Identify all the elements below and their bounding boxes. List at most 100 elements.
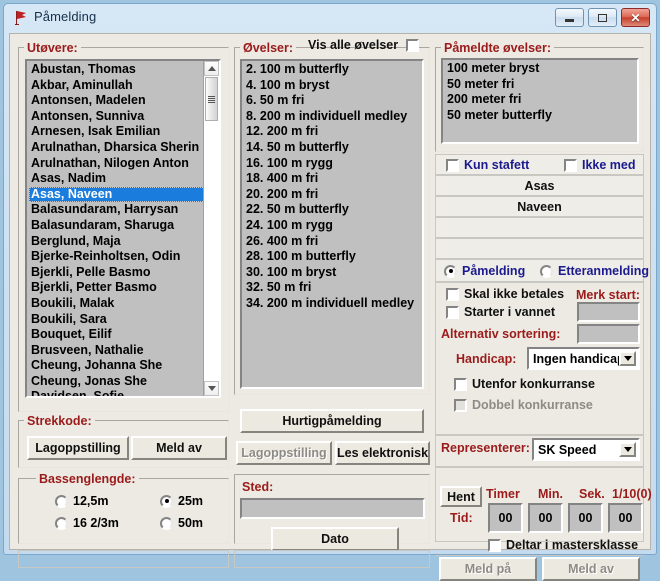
no-payment-checkbox[interactable]: Skal ikke betales	[446, 287, 564, 301]
events-listbox[interactable]: 2. 100 m butterfly 4. 100 m bryst 6. 50 …	[240, 59, 424, 389]
relay-only-label: Kun stafett	[464, 158, 530, 172]
mark-start-label: Merk start:	[576, 288, 640, 302]
list-item[interactable]: Brusveen, Nathalie	[29, 343, 219, 359]
chevron-down-icon[interactable]	[619, 442, 636, 457]
list-item[interactable]: Asas, Nadim	[29, 171, 219, 187]
pool-length-option-12-5m[interactable]: 12,5m	[55, 494, 108, 508]
list-item[interactable]: 100 meter bryst	[445, 61, 637, 77]
tenths-input[interactable]: 00	[608, 503, 643, 533]
list-item[interactable]: 28. 100 m butterfly	[244, 249, 422, 265]
list-item[interactable]: Berglund, Maja	[29, 234, 219, 250]
list-item[interactable]: Bouquet, Eilif	[29, 327, 219, 343]
list-item[interactable]: 16. 100 m rygg	[244, 156, 422, 172]
represents-value: SK Speed	[538, 442, 597, 457]
minimize-icon	[565, 18, 574, 22]
scroll-up-button[interactable]	[204, 61, 219, 76]
radio-icon	[160, 516, 173, 530]
checkbox-icon	[488, 538, 501, 552]
barcode-withdraw-button[interactable]: Meld av	[131, 436, 227, 460]
list-item[interactable]: 32. 50 m fri	[244, 280, 422, 296]
register-button[interactable]: Meld på	[439, 557, 537, 581]
list-item[interactable]: Abustan, Thomas	[29, 62, 219, 78]
list-item[interactable]: 12. 200 m fri	[244, 124, 422, 140]
list-item[interactable]: 2. 100 m butterfly	[244, 62, 422, 78]
list-item[interactable]: 26. 400 m fri	[244, 234, 422, 250]
fetch-time-button[interactable]: Hent	[440, 486, 482, 507]
list-item[interactable]: 50 meter butterfly	[445, 108, 637, 124]
checkbox-icon	[446, 287, 459, 301]
list-item[interactable]: Arulnathan, Nilogen Anton	[29, 156, 219, 172]
relay-only-checkbox[interactable]: Kun stafett	[446, 158, 529, 172]
list-item[interactable]: Antonsen, Madelen	[29, 93, 219, 109]
chevron-down-icon[interactable]	[619, 351, 636, 366]
withdraw-button[interactable]: Meld av	[542, 557, 640, 581]
list-item[interactable]: Antonsen, Sunniva	[29, 109, 219, 125]
maximize-button[interactable]	[588, 8, 617, 27]
water-start-checkbox[interactable]: Starter i vannet	[446, 305, 555, 319]
list-item[interactable]: 50 meter fri	[445, 77, 637, 93]
application-window: Påmelding ✕ Utøvere: Abustan, Thomas Akb…	[3, 3, 657, 581]
list-item[interactable]: 8. 200 m individuell medley	[244, 109, 422, 125]
list-item[interactable]: Boukili, Malak	[29, 296, 219, 312]
list-item[interactable]: 14. 50 m butterfly	[244, 140, 422, 156]
list-item[interactable]: 4. 100 m bryst	[244, 78, 422, 94]
show-all-events-checkbox[interactable]: Vis alle øvelser	[308, 38, 420, 52]
list-item[interactable]: 20. 200 m fri	[244, 187, 422, 203]
maximize-icon	[598, 13, 607, 22]
list-item-selected[interactable]: Asas, Naveen	[29, 186, 219, 203]
list-item[interactable]: Arnesen, Isak Emilian	[29, 124, 219, 140]
list-item[interactable]: Cheung, Johanna She	[29, 358, 219, 374]
list-item[interactable]: Bjerkli, Pelle Basmo	[29, 265, 219, 281]
place-label: Sted:	[242, 480, 274, 494]
list-item[interactable]: Balasundaram, Harrysan	[29, 202, 219, 218]
masters-class-checkbox[interactable]: Deltar i mastersklasse	[488, 538, 638, 552]
mark-start-input[interactable]	[577, 302, 640, 322]
list-item[interactable]: 34. 200 m individuell medley	[244, 296, 422, 312]
outside-competition-checkbox[interactable]: Utenfor konkurranse	[454, 377, 595, 391]
list-item[interactable]: Akbar, Aminullah	[29, 78, 219, 94]
registered-events-listbox[interactable]: 100 meter bryst 50 meter fri 200 meter f…	[441, 58, 639, 144]
list-item[interactable]: Arulnathan, Dharsica Sherin	[29, 140, 219, 156]
hours-header: Timer	[486, 487, 520, 501]
flag-icon	[15, 11, 26, 25]
double-competition-label: Dobbel konkurranse	[472, 398, 593, 412]
minimize-button[interactable]	[555, 8, 584, 27]
date-button[interactable]: Dato	[271, 527, 399, 551]
athletes-listbox[interactable]: Abustan, Thomas Akbar, Aminullah Antonse…	[25, 59, 221, 398]
close-button[interactable]: ✕	[621, 8, 650, 27]
hours-input[interactable]: 00	[488, 503, 523, 533]
scrollbar-thumb[interactable]	[205, 77, 218, 121]
list-item[interactable]: 18. 400 m fri	[244, 171, 422, 187]
list-item[interactable]: 24. 100 m rygg	[244, 218, 422, 234]
read-electronic-button[interactable]: Les elektronisk	[335, 441, 430, 465]
events-team-lineup-button[interactable]: Lagoppstilling	[236, 441, 332, 465]
minutes-input[interactable]: 00	[528, 503, 563, 533]
pool-length-option-25m[interactable]: 25m	[160, 494, 203, 508]
list-item[interactable]: Boukili, Sara	[29, 312, 219, 328]
list-item[interactable]: 30. 100 m bryst	[244, 265, 422, 281]
list-item[interactable]: 6. 50 m fri	[244, 93, 422, 109]
double-competition-checkbox[interactable]: Dobbel konkurranse	[454, 398, 593, 412]
pool-length-option-16-2-3m[interactable]: 16 2/3m	[55, 516, 119, 530]
close-icon: ✕	[630, 10, 641, 25]
seconds-input[interactable]: 00	[568, 503, 603, 533]
list-item[interactable]: Bjerke-Reinholtsen, Odin	[29, 249, 219, 265]
handicap-select[interactable]: Ingen handicap	[527, 347, 640, 370]
registration-mode-etteranmelding[interactable]: Etteranmelding	[540, 264, 649, 278]
athletes-scrollbar[interactable]	[203, 61, 219, 396]
list-item[interactable]: Cheung, Jonas She	[29, 374, 219, 390]
not-participating-checkbox[interactable]: Ikke med	[564, 158, 636, 172]
pool-length-option-50m[interactable]: 50m	[160, 516, 203, 530]
list-item[interactable]: Balasundaram, Sharuga	[29, 218, 219, 234]
list-item[interactable]: 200 meter fri	[445, 92, 637, 108]
place-input[interactable]	[240, 498, 425, 519]
represents-select[interactable]: SK Speed	[532, 438, 640, 461]
scroll-down-button[interactable]	[204, 381, 219, 396]
list-item[interactable]: 22. 50 m butterfly	[244, 202, 422, 218]
quick-register-button[interactable]: Hurtigpåmelding	[240, 409, 424, 433]
list-item[interactable]: Bjerkli, Petter Basmo	[29, 280, 219, 296]
barcode-team-lineup-button[interactable]: Lagoppstilling	[27, 436, 129, 460]
alt-sorting-input[interactable]	[577, 324, 640, 344]
list-item[interactable]: Davidsen, Sofie	[29, 389, 219, 396]
registration-mode-paamelding[interactable]: Påmelding	[444, 264, 525, 278]
